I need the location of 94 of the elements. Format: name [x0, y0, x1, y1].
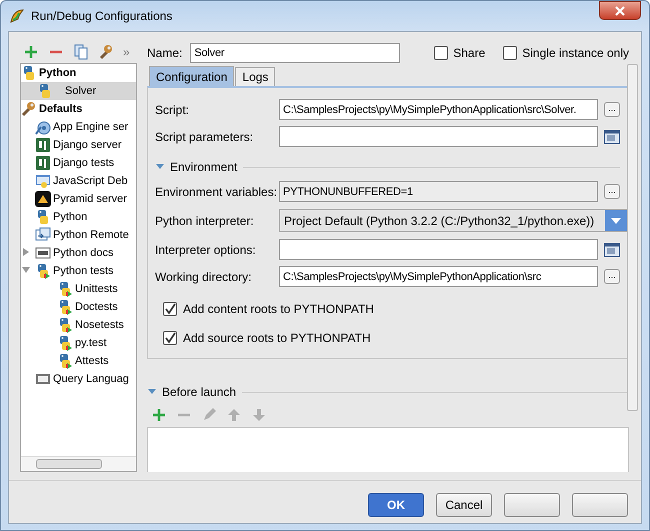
collapse-arrow-icon — [22, 266, 30, 274]
tree-item-label: JavaScript Deb — [53, 175, 128, 187]
checkbox-label: Add source roots to PYTHONPATH — [183, 330, 371, 344]
wrench-icon[interactable] — [98, 44, 114, 60]
tree-item[interactable]: py.test — [21, 334, 136, 352]
tree-item-label: Django tests — [53, 157, 114, 169]
tree-item-label: Unittests — [75, 283, 118, 295]
section-title: Environment — [170, 160, 238, 174]
tree-item[interactable]: Django tests — [21, 154, 136, 172]
tree-item[interactable]: Python — [21, 208, 136, 226]
collapse-arrow-icon[interactable] — [148, 388, 156, 396]
debug-window-icon — [35, 173, 51, 189]
tree-item-label: Attests — [75, 355, 109, 367]
remote-window-icon — [35, 227, 51, 243]
option-label: Single instance only — [522, 46, 629, 60]
tree-item-label: Query Languag — [53, 373, 129, 385]
tree-item[interactable]: Pyramid server — [21, 190, 136, 208]
document-icon — [35, 245, 51, 261]
dialog-button[interactable] — [572, 493, 628, 517]
field-label: Script: — [155, 102, 190, 116]
tree-item-label: Doctests — [75, 301, 118, 313]
tree-item[interactable]: App Engine ser — [21, 118, 136, 136]
section-title: Before launch — [162, 385, 236, 399]
wrench-icon — [21, 101, 37, 117]
window-title: Run/Debug Configurations — [31, 9, 172, 23]
browse-button[interactable]: ... — [604, 184, 620, 199]
tree-item[interactable]: Nosetests — [21, 316, 136, 334]
input-field[interactable]: PYTHONUNBUFFERED=1 — [279, 181, 598, 202]
dropdown-arrow-icon — [611, 218, 621, 224]
tree-item[interactable]: Django server — [21, 136, 136, 154]
close-button[interactable] — [599, 1, 641, 20]
browse-button[interactable]: ... — [604, 269, 620, 284]
tree-item[interactable]: Python Remote — [21, 226, 136, 244]
copy-icon[interactable] — [73, 44, 89, 60]
dialog-button[interactable]: Cancel — [436, 493, 492, 517]
checkbox[interactable] — [503, 46, 518, 60]
field-label: Interpreter options: — [155, 242, 257, 256]
tree-item-label: Django server — [53, 139, 122, 151]
tree-item-label: Python docs — [53, 247, 114, 259]
field-label: Python interpreter: — [155, 214, 255, 228]
field-label: Working directory: — [155, 270, 252, 284]
tree-item[interactable]: Solver — [21, 82, 136, 100]
input-field[interactable] — [279, 239, 598, 260]
tab[interactable]: Logs — [235, 67, 276, 86]
checkbox[interactable] — [434, 46, 448, 60]
tab[interactable]: Configuration — [149, 66, 234, 86]
app-logo-icon — [9, 8, 25, 24]
field-label: Script parameters: — [155, 130, 254, 144]
tree-item[interactable]: Python docs — [21, 244, 136, 262]
tree-item-label: Python — [39, 67, 76, 79]
scrollbar[interactable] — [627, 64, 638, 411]
scrollbar-thumb[interactable] — [36, 459, 102, 469]
checkbox[interactable] — [163, 330, 177, 344]
expand-arrow-icon — [22, 248, 30, 256]
expand-editor-icon[interactable] — [604, 128, 620, 144]
tree-item[interactable]: Attests — [21, 352, 136, 370]
tree-item[interactable]: Defaults — [21, 100, 136, 118]
close-icon — [614, 4, 626, 16]
tree-item-label: Solver — [64, 85, 96, 97]
name-label: Name: — [147, 46, 182, 60]
input-field[interactable]: C:\SamplesProjects\py\MySimplePythonApplication\src — [279, 266, 598, 287]
tree-item-label: App Engine ser — [53, 121, 128, 133]
dropdown[interactable]: Project Default (Python 3.2.2 (C:/Python32_1/python.exe)) — [279, 209, 628, 232]
tree-item[interactable]: Python — [21, 64, 136, 82]
tree-item[interactable]: Doctests — [21, 298, 136, 316]
tree-item-label: Python — [53, 211, 88, 223]
tree-item[interactable]: Python tests — [21, 262, 136, 280]
field-label: Environment variables: — [155, 184, 278, 198]
input-field[interactable]: C:\SamplesProjects\py\MySimplePythonApplication\src\Solver. — [279, 99, 598, 120]
pyramid-icon — [35, 191, 51, 207]
tree-item-label: Defaults — [39, 103, 82, 115]
name-field[interactable]: Solver — [190, 43, 400, 63]
tree-item-label: Pyramid server — [53, 193, 127, 205]
tree-item[interactable]: Unittests — [21, 280, 136, 298]
expand-editor-icon[interactable] — [604, 242, 620, 258]
input-field[interactable] — [279, 126, 598, 147]
check-icon — [164, 302, 176, 314]
add-icon[interactable] — [23, 44, 39, 60]
tree-item[interactable]: JavaScript Deb — [21, 172, 136, 190]
checkbox[interactable] — [163, 302, 177, 316]
more-tools-button[interactable]: » — [123, 45, 130, 59]
tree-item-label: Nosetests — [75, 319, 124, 331]
tree-item-label: py.test — [75, 337, 107, 349]
collapse-arrow-icon[interactable] — [156, 163, 164, 171]
dialog-button[interactable] — [504, 493, 560, 517]
checkbox-label: Add content roots to PYTHONPATH — [183, 302, 374, 316]
tree-item[interactable]: Query Languag — [21, 370, 136, 388]
dialog-button[interactable]: OK — [368, 493, 424, 517]
browse-button[interactable]: ... — [604, 102, 620, 117]
add-icon[interactable] — [151, 407, 167, 423]
check-icon — [164, 332, 176, 344]
tree-item-label: Python tests — [53, 265, 114, 277]
tree-item-label: Python Remote — [53, 229, 129, 241]
option-label: Share — [453, 46, 486, 60]
